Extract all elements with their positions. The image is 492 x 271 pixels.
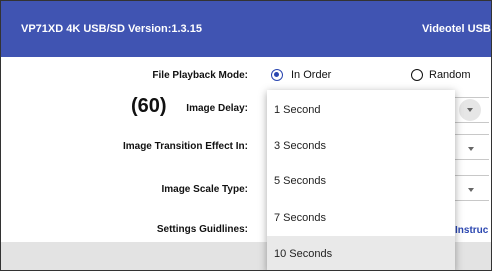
image-delay-dropdown: 1 Second 3 Seconds 5 Seconds 7 Seconds 1… — [267, 90, 455, 270]
chevron-down-icon — [468, 188, 474, 192]
brand-link[interactable]: Videotel USB — [422, 23, 491, 35]
dropdown-option[interactable]: 1 Second — [267, 92, 455, 128]
playback-mode-label: File Playback Mode: — [152, 70, 248, 81]
image-delay-caret-button[interactable] — [459, 99, 481, 121]
dropdown-option[interactable]: 5 Seconds — [267, 163, 455, 199]
radio-in-order-icon[interactable] — [271, 69, 283, 81]
transition-label: Image Transition Effect In: — [122, 141, 248, 152]
dropdown-option[interactable]: 7 Seconds — [267, 200, 455, 236]
image-delay-count: (60) — [131, 95, 167, 117]
settings-window: VP71XD 4K USB/SD Version:1.3.15 Videotel… — [0, 0, 492, 271]
app-title: VP71XD 4K USB/SD Version:1.3.15 — [21, 23, 202, 35]
guidelines-label: Settings Guidlines: — [156, 224, 248, 235]
image-delay-label: Image Delay: — [186, 103, 248, 114]
radio-random-label[interactable]: Random — [429, 69, 471, 81]
radio-in-order-label[interactable]: In Order — [291, 69, 331, 81]
app-header: VP71XD 4K USB/SD Version:1.3.15 Videotel… — [1, 1, 491, 57]
dropdown-option[interactable]: 3 Seconds — [267, 128, 455, 164]
guidelines-link[interactable]: Instruc — [455, 225, 488, 236]
chevron-down-icon — [467, 108, 473, 112]
dropdown-option-highlighted[interactable]: 10 Seconds — [267, 236, 455, 270]
radio-random-icon[interactable] — [411, 69, 423, 81]
chevron-down-icon — [468, 147, 474, 151]
scale-type-label: Image Scale Type: — [161, 184, 248, 195]
